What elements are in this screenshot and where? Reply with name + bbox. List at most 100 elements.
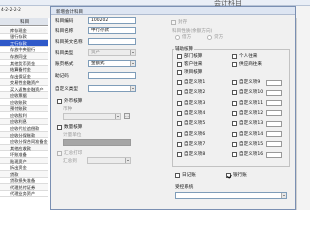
custom-type-label: 自定义类型: [55, 87, 78, 92]
mnemonic-field[interactable]: [88, 72, 136, 79]
chevron-down-icon: [130, 61, 135, 66]
bank-checkbox[interactable]: [226, 173, 231, 178]
aux-checkbox-label: 部门核算: [184, 54, 203, 59]
coding-rule-text: 4-2-2-2-2: [1, 8, 21, 13]
aux-checkbox-label: 自定义项8: [184, 152, 206, 158]
currency-browse-button[interactable]: …: [124, 113, 130, 119]
format-label: 账页格式: [55, 62, 74, 67]
chevron-down-icon: [115, 114, 120, 119]
aux-checkbox[interactable]: [232, 100, 237, 106]
control-system-select[interactable]: [175, 192, 287, 199]
chevron-down-icon: [125, 158, 130, 163]
custom-type-select[interactable]: [88, 85, 136, 92]
aux-checkbox-label: 自定义项4: [184, 110, 206, 116]
aux-checkbox-label: 自定义项14: [239, 131, 264, 137]
aux-checkbox-label: 自定义项2: [184, 90, 206, 96]
aux-group-title: 辅助核算: [174, 46, 194, 52]
aux-checkbox[interactable]: [177, 90, 182, 96]
aux-custom-field[interactable]: [266, 151, 282, 158]
aux-checkbox[interactable]: [177, 62, 182, 67]
aux-checkbox[interactable]: [177, 70, 182, 75]
credit-radio[interactable]: [207, 35, 212, 40]
format-select[interactable]: 金额式: [88, 60, 136, 67]
aux-checkbox-label: 自定义项13: [239, 121, 264, 127]
aux-checkbox[interactable]: [177, 80, 182, 85]
bank-label: 银行账: [233, 173, 247, 178]
aux-checkbox[interactable]: [232, 80, 237, 85]
aux-checkbox[interactable]: [232, 54, 237, 59]
aux-custom-field[interactable]: [266, 100, 282, 107]
quantity-label: 数量核算: [64, 125, 83, 130]
aux-checkbox[interactable]: [177, 141, 182, 147]
aux-checkbox[interactable]: [232, 62, 237, 67]
aux-checkbox-label: 自定义项7: [184, 141, 206, 147]
aux-custom-field[interactable]: [266, 79, 282, 86]
aux-checkbox[interactable]: [232, 152, 237, 158]
seal-checkbox[interactable]: [171, 20, 176, 25]
summary-to-label: 汇总到: [63, 159, 77, 164]
aux-custom-field[interactable]: [266, 110, 282, 117]
aux-checkbox-label: 自定义项16: [239, 152, 264, 158]
debit-radio[interactable]: [175, 35, 180, 40]
code-label: 科目编码: [55, 19, 74, 24]
aux-custom-field[interactable]: [266, 141, 282, 148]
aux-checkbox-label: 自定义项3: [184, 100, 206, 106]
summary-to-select[interactable]: [87, 157, 131, 164]
summary-print-label: 汇总打印: [64, 151, 83, 156]
currency-select[interactable]: [63, 113, 121, 120]
aux-checkbox-label: 项目核算: [184, 70, 203, 75]
aux-checkbox-label: 客户往来: [184, 62, 203, 67]
english-name-field[interactable]: [88, 38, 136, 45]
name-label: 科目名称: [55, 29, 74, 34]
aux-checkbox-label: 自定义项1: [184, 80, 206, 85]
aux-custom-field[interactable]: [266, 120, 282, 127]
aux-checkbox-label: 个人往来: [239, 54, 258, 59]
aux-custom-field[interactable]: [266, 89, 282, 96]
seal-label: 封存: [178, 20, 188, 25]
chevron-down-icon: [130, 50, 135, 55]
english-name-label: 科目英文名称: [55, 40, 83, 45]
mnemonic-label: 助记码: [55, 74, 69, 79]
account-list: 库存现金 银行存款 工行存款 存放中央银行 存放同业 其他货币资金 结算备付金 存出保证金 交易…: [0, 27, 48, 198]
aux-checkbox-label: 自定义项15: [239, 141, 264, 147]
currency-label: 币种: [63, 107, 73, 112]
foreign-label: 外币核算: [64, 99, 83, 104]
name-field[interactable]: 中行存款: [88, 27, 136, 34]
chevron-down-icon: [281, 193, 286, 198]
aux-checkbox[interactable]: [177, 100, 182, 106]
credit-label: 贷方: [214, 35, 224, 40]
aux-checkbox[interactable]: [232, 141, 237, 147]
aux-checkbox-label: 自定义项9: [239, 80, 261, 85]
aux-checkbox[interactable]: [232, 90, 237, 96]
aux-checkbox-label: 自定义项5: [184, 121, 206, 127]
direction-label: 科目性质(余额方向): [172, 29, 213, 34]
aux-checkbox[interactable]: [177, 121, 182, 127]
aux-checkbox[interactable]: [232, 110, 237, 116]
aux-checkbox[interactable]: [177, 110, 182, 116]
account-row[interactable]: 代理业务资产: [0, 191, 48, 198]
journal-checkbox[interactable]: [175, 173, 180, 178]
aux-checkbox-label: 自定义项10: [239, 90, 264, 96]
aux-checkbox[interactable]: [232, 121, 237, 127]
quantity-checkbox[interactable]: [57, 125, 62, 130]
aux-checkbox[interactable]: [232, 131, 237, 137]
journal-label: 日记账: [182, 173, 196, 178]
type-select[interactable]: 资产: [88, 49, 136, 56]
aux-checkbox[interactable]: [177, 152, 182, 158]
aux-checkbox-label: 供应商往来: [239, 62, 262, 67]
right-panel: [296, 18, 310, 210]
aux-checkbox[interactable]: [177, 131, 182, 137]
unit-field[interactable]: [63, 139, 131, 146]
dialog-title-bar: 新增会计科目: [51, 7, 295, 15]
code-field[interactable]: 100202: [88, 17, 136, 24]
summary-print-checkbox[interactable]: [57, 151, 62, 156]
type-label: 科目类型: [55, 51, 74, 56]
debit-label: 借方: [182, 35, 192, 40]
aux-checkbox-label: 自定义项6: [184, 131, 206, 137]
aux-custom-field[interactable]: [266, 131, 282, 137]
foreign-checkbox[interactable]: [57, 99, 62, 104]
format-value: 金额式: [91, 61, 105, 66]
chevron-down-icon: [130, 86, 135, 91]
aux-checkbox-label: 自定义项11: [239, 100, 264, 106]
aux-checkbox[interactable]: [177, 54, 182, 59]
